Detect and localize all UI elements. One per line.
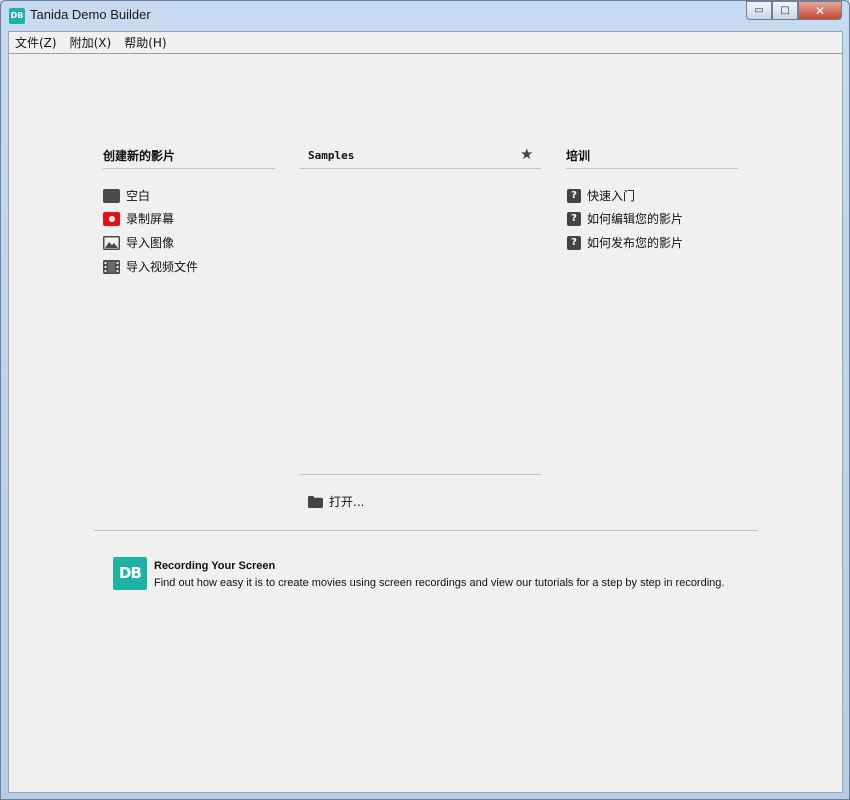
help-icon: ? <box>567 188 581 203</box>
tip-divider <box>94 530 758 531</box>
training-quick-start-label: 快速入门 <box>587 189 636 203</box>
star-icon[interactable]: ★ <box>520 145 533 163</box>
app-window: DB Tanida Demo Builder ▭ □ ✕ 文件(Z) 附加(X)… <box>0 0 850 800</box>
window-controls: ▭ □ ✕ <box>746 1 842 21</box>
create-section-title: 创建新的影片 <box>103 149 176 163</box>
record-screen-label: 录制屏幕 <box>126 212 175 226</box>
maximize-button[interactable]: □ <box>772 1 798 20</box>
image-icon <box>103 235 120 250</box>
menu-bar: 文件(Z) 附加(X) 帮助(H) <box>8 31 843 54</box>
samples-section-title: Samples <box>308 149 355 162</box>
training-publish-movie-label: 如何发布您的影片 <box>587 236 684 250</box>
tip-title-link[interactable]: Recording Your Screen <box>154 560 275 572</box>
import-images-label: 导入图像 <box>126 236 175 250</box>
training-publish-movie-link[interactable]: ? 如何发布您的影片 <box>567 234 683 251</box>
create-blank-label: 空白 <box>126 189 151 203</box>
training-quick-start-link[interactable]: ? 快速入门 <box>567 187 635 204</box>
menu-file[interactable]: 文件(Z) <box>15 34 57 51</box>
create-divider <box>103 168 275 169</box>
record-icon <box>103 211 120 226</box>
menu-extras[interactable]: 附加(X) <box>70 34 112 51</box>
close-button[interactable]: ✕ <box>798 1 842 20</box>
menu-help[interactable]: 帮助(H) <box>124 34 166 51</box>
demo-builder-logo-icon[interactable]: DB <box>113 557 147 590</box>
samples-divider <box>300 168 541 169</box>
window-title: Tanida Demo Builder <box>30 7 151 22</box>
open-project-label: 打开... <box>329 495 365 509</box>
title-bar[interactable]: DB Tanida Demo Builder ▭ □ ✕ <box>1 1 849 31</box>
training-divider <box>566 168 738 169</box>
training-section-title: 培训 <box>566 149 591 163</box>
samples-bottom-divider <box>300 474 541 475</box>
folder-icon <box>308 495 323 508</box>
import-video-label: 导入视频文件 <box>126 260 199 274</box>
close-icon: ✕ <box>814 3 826 18</box>
help-icon: ? <box>567 211 581 226</box>
open-project-link[interactable]: 打开... <box>308 493 364 510</box>
film-icon <box>103 259 120 274</box>
record-screen-link[interactable]: 录制屏幕 <box>103 210 174 227</box>
blank-movie-icon <box>103 188 120 203</box>
import-video-link[interactable]: 导入视频文件 <box>103 258 198 275</box>
minimize-button[interactable]: ▭ <box>746 1 772 20</box>
training-edit-movie-label: 如何编辑您的影片 <box>587 212 684 226</box>
app-logo-icon: DB <box>9 8 25 24</box>
minimize-icon: ▭ <box>754 5 764 16</box>
start-page: 创建新的影片 空白 录制屏幕 导入图像 导入视频文件 Samples ★ 打开.… <box>8 54 843 793</box>
training-edit-movie-link[interactable]: ? 如何编辑您的影片 <box>567 210 683 227</box>
tip-description: Find out how easy it is to create movies… <box>154 577 725 589</box>
help-icon: ? <box>567 235 581 250</box>
import-images-link[interactable]: 导入图像 <box>103 234 174 251</box>
create-blank-link[interactable]: 空白 <box>103 187 150 204</box>
maximize-icon: □ <box>780 5 790 16</box>
